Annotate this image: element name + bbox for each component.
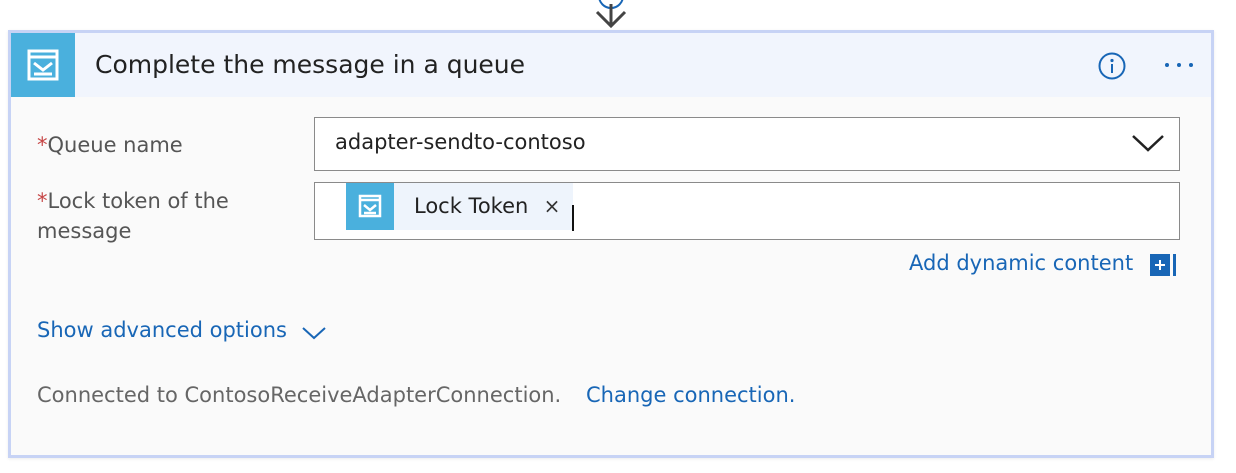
more-options-icon[interactable]	[1159, 55, 1199, 75]
lock-token-label: *Lock token of the message	[37, 186, 297, 246]
card-header[interactable]: Complete the message in a queue	[11, 33, 1211, 97]
card-title: Complete the message in a queue	[95, 50, 526, 79]
show-advanced-options-link[interactable]: Show advanced options	[37, 318, 287, 342]
queue-name-dropdown[interactable]: adapter-sendto-contoso	[314, 117, 1180, 171]
queue-name-label-text: Queue name	[47, 133, 183, 157]
info-icon[interactable]	[1098, 52, 1126, 80]
lock-token-input[interactable]: Lock Token ×	[314, 182, 1180, 240]
lock-token-chip[interactable]: Lock Token ×	[346, 183, 573, 230]
add-dynamic-content-link[interactable]: Add dynamic content	[909, 251, 1133, 275]
required-marker: *	[37, 189, 48, 213]
required-marker: *	[37, 133, 48, 157]
lock-token-chip-label: Lock Token	[414, 194, 529, 218]
chevron-down-icon[interactable]	[301, 325, 327, 340]
chevron-down-icon[interactable]	[1131, 132, 1165, 154]
text-caret	[572, 205, 574, 231]
flow-connector-arrow-icon	[591, 0, 631, 30]
lock-token-label-text: Lock token of the message	[37, 189, 229, 243]
connection-status-text: Connected to ContosoReceiveAdapterConnec…	[37, 383, 562, 407]
remove-token-icon[interactable]: ×	[542, 194, 562, 218]
service-bus-queue-icon	[11, 33, 75, 97]
queue-name-label: *Queue name	[37, 130, 183, 160]
action-card: Complete the message in a queue *Queue n…	[8, 30, 1214, 458]
change-connection-link[interactable]: Change connection.	[586, 383, 795, 407]
plus-icon[interactable]	[1150, 253, 1182, 277]
service-bus-queue-icon	[346, 183, 394, 230]
queue-name-value: adapter-sendto-contoso	[335, 130, 586, 154]
